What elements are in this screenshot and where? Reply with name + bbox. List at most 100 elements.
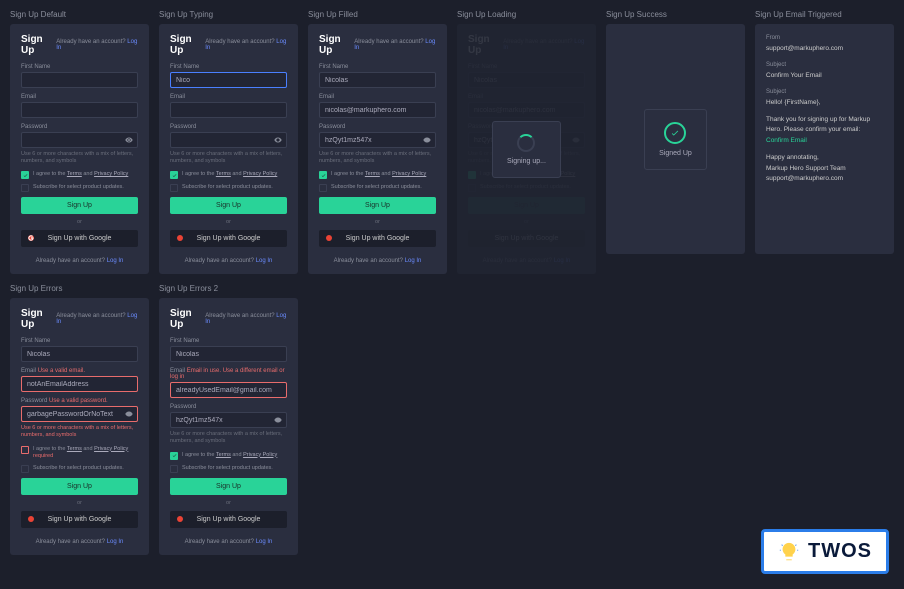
privacy-link[interactable]: Privacy Policy xyxy=(94,446,128,452)
eye-icon[interactable] xyxy=(274,136,282,144)
terms-checkbox[interactable] xyxy=(170,452,178,460)
card-footer: Already have an account? Log In xyxy=(170,539,287,545)
already-text: Already have an account? Log In xyxy=(56,39,138,51)
frame-signup-loading: Sign Up Loading Sign UpAlready have an a… xyxy=(457,10,596,274)
or-divider: or xyxy=(170,219,287,225)
google-signup-button[interactable]: Sign Up with Google xyxy=(170,511,287,528)
frame-label: Sign Up Typing xyxy=(159,10,298,19)
twos-text: TWOS xyxy=(808,540,872,563)
terms-text: I agree to the Terms and Privacy Policy xyxy=(182,452,277,459)
email-input[interactable] xyxy=(21,376,138,392)
google-icon xyxy=(176,234,184,242)
email-input[interactable] xyxy=(319,102,436,118)
subscribe-checkbox[interactable] xyxy=(319,184,327,192)
or-divider: or xyxy=(21,500,138,506)
login-link-bottom[interactable]: Log In xyxy=(256,258,273,264)
frame-signup-errors: Sign Up Errors Sign UpAlready have an ac… xyxy=(10,284,149,555)
subscribe-checkbox[interactable] xyxy=(21,184,29,192)
terms-link[interactable]: Terms xyxy=(216,171,231,177)
terms-link[interactable]: Terms xyxy=(67,446,82,452)
loading-text: Signing up... xyxy=(507,158,546,165)
card-title: Sign Up xyxy=(170,34,205,56)
login-link-bottom[interactable]: Log In xyxy=(107,539,124,545)
from-value: support@markuphero.com xyxy=(766,44,883,54)
loading-modal: Signing up... xyxy=(492,121,561,178)
terms-text: I agree to the Terms and Privacy Policy xyxy=(33,171,128,178)
signup-card: Signed Up xyxy=(606,24,745,254)
terms-checkbox[interactable] xyxy=(170,171,178,179)
password-input[interactable] xyxy=(21,132,138,148)
email-input[interactable] xyxy=(170,382,287,398)
google-signup-button[interactable]: Sign Up with Google xyxy=(21,511,138,528)
eye-icon[interactable] xyxy=(125,410,133,418)
firstname-input[interactable] xyxy=(319,72,436,88)
frame-label: Sign Up Success xyxy=(606,10,745,19)
terms-link[interactable]: Terms xyxy=(365,171,380,177)
eye-icon[interactable] xyxy=(125,136,133,144)
privacy-link[interactable]: Privacy Policy xyxy=(94,171,128,177)
google-signup-button[interactable]: Sign Up with Google xyxy=(170,230,287,247)
email-input[interactable] xyxy=(21,102,138,118)
google-icon xyxy=(27,515,35,523)
design-canvas: Sign Up Default Sign UpAlready have an a… xyxy=(10,10,894,555)
card-footer: Already have an account? Log In xyxy=(21,258,138,264)
subject-label: Subject xyxy=(766,61,883,71)
terms-link[interactable]: Terms xyxy=(216,452,231,458)
frame-signup-filled: Sign Up Filled Sign UpAlready have an ac… xyxy=(308,10,447,274)
firstname-input[interactable] xyxy=(170,72,287,88)
card-title: Sign Up xyxy=(21,34,56,56)
password-input[interactable] xyxy=(21,406,138,422)
terms-checkbox[interactable] xyxy=(21,446,29,454)
login-link-bottom[interactable]: Log In xyxy=(405,258,422,264)
terms-text: I agree to the Terms and Privacy Policy … xyxy=(33,446,138,460)
password-input[interactable] xyxy=(170,412,287,428)
confirm-email-link[interactable]: Confirm Email xyxy=(766,137,807,144)
signup-button[interactable]: Sign Up xyxy=(319,197,436,214)
firstname-input[interactable] xyxy=(21,346,138,362)
signup-card: Sign UpAlready have an account? Log In F… xyxy=(308,24,447,274)
privacy-link[interactable]: Privacy Policy xyxy=(243,452,277,458)
email-label: Email xyxy=(170,94,287,100)
login-link-bottom[interactable]: Log In xyxy=(256,539,273,545)
signup-button[interactable]: Sign Up xyxy=(170,478,287,495)
frame-signup-typing: Sign Up Typing Sign Up Already have an ac… xyxy=(159,10,298,274)
email-input[interactable] xyxy=(170,102,287,118)
signup-card: Sign UpAlready have an account? Log In F… xyxy=(159,298,298,554)
signup-button[interactable]: Sign Up xyxy=(170,197,287,214)
terms-link[interactable]: Terms xyxy=(67,171,82,177)
card-footer: Already have an account? Log In xyxy=(319,258,436,264)
privacy-link[interactable]: Privacy Policy xyxy=(243,171,277,177)
firstname-input[interactable] xyxy=(170,346,287,362)
card-footer: Already have an account? Log In xyxy=(170,258,287,264)
subscribe-checkbox[interactable] xyxy=(21,465,29,473)
body-text-1: Thank you for signing up for Markup Hero… xyxy=(766,115,883,136)
already-text: Already have an account? Log In xyxy=(56,313,138,325)
eye-icon[interactable] xyxy=(274,416,282,424)
login-link-bottom[interactable]: Log In xyxy=(107,258,124,264)
firstname-label: First Name xyxy=(21,64,138,70)
google-signup-button[interactable]: Sign Up with Google xyxy=(319,230,436,247)
twos-watermark: TWOS xyxy=(761,529,889,574)
loading-overlay: Signing up... xyxy=(457,24,596,274)
success-modal: Signed Up xyxy=(644,109,707,170)
terms-checkbox[interactable] xyxy=(319,171,327,179)
password-input[interactable] xyxy=(319,132,436,148)
google-signup-button[interactable]: Sign Up with Google xyxy=(21,230,138,247)
subject-value: Confirm Your Email xyxy=(766,71,883,81)
email-label: Email Email in use. Use a different emai… xyxy=(170,368,287,380)
password-label: Password xyxy=(170,404,287,410)
already-text: Already have an account? Log In xyxy=(354,39,436,51)
subscribe-checkbox[interactable] xyxy=(170,465,178,473)
signature-2: support@markuphero.com xyxy=(766,174,883,184)
signup-button[interactable]: Sign Up xyxy=(21,478,138,495)
password-input[interactable] xyxy=(170,132,287,148)
frame-signup-email: Sign Up Email Triggered Fromsupport@mark… xyxy=(755,10,894,274)
eye-icon[interactable] xyxy=(423,136,431,144)
privacy-link[interactable]: Privacy Policy xyxy=(392,171,426,177)
signup-button[interactable]: Sign Up xyxy=(21,197,138,214)
firstname-input[interactable] xyxy=(21,72,138,88)
spinner-icon xyxy=(517,134,535,152)
subscribe-checkbox[interactable] xyxy=(170,184,178,192)
terms-checkbox[interactable] xyxy=(21,171,29,179)
frame-signup-success: Sign Up Success Signed Up xyxy=(606,10,745,274)
